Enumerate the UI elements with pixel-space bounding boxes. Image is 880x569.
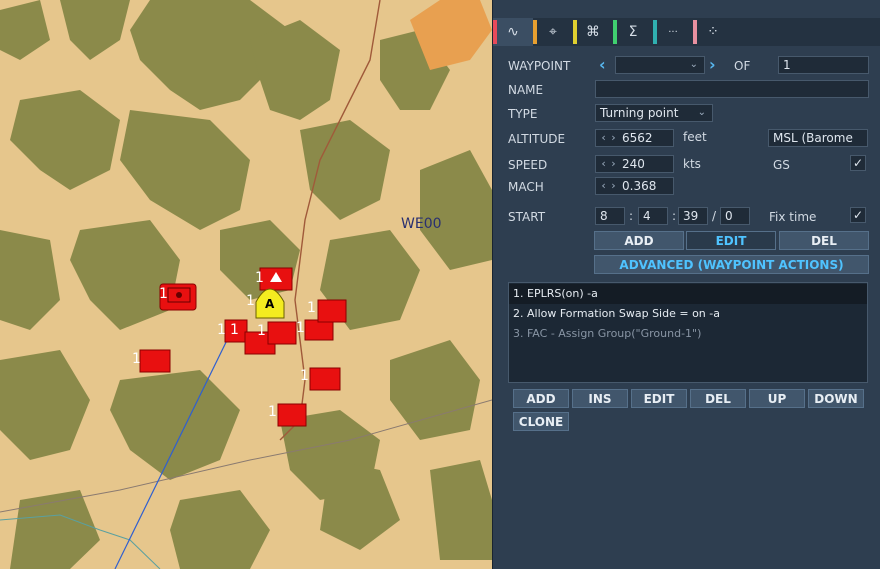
fix-time-label: Fix time [769,210,817,224]
waypoint-select[interactable]: ⌄ [615,56,705,74]
actions-list[interactable]: 1. EPLRS(on) -a 2. Allow Formation Swap … [508,282,868,383]
target-icon: ⌖ [549,24,557,40]
unit[interactable] [277,403,307,427]
fix-time-checkbox[interactable]: ✓ [850,207,866,223]
insert-action-button[interactable]: INS [572,389,628,408]
altitude-spinner[interactable]: ‹ › 6562 [595,129,674,147]
edit-waypoint-button[interactable]: EDIT [686,231,776,250]
clone-action-button[interactable]: CLONE [513,412,569,431]
formation-icon: ⌘ [586,24,600,40]
tab-target[interactable]: ⌖ [533,18,573,46]
start-minutes[interactable]: 4 [638,207,668,225]
day-separator: / [712,209,717,223]
add-waypoint-button[interactable]: ADD [594,231,684,250]
unit[interactable] [139,349,171,373]
vegetation-areas [0,0,492,569]
unit[interactable] [309,367,341,391]
unit-number: 1 [300,368,309,384]
spinner-arrows-icon[interactable]: ‹ › [596,178,622,194]
speed-unit: kts [683,157,701,171]
next-waypoint-icon[interactable]: › [709,55,716,74]
move-up-button[interactable]: UP [749,389,805,408]
speed-value[interactable]: 240 [622,156,645,172]
start-label: START [508,210,546,224]
unit-number: 1 [159,286,168,302]
unit-number: 1 [268,404,277,420]
terrain-map [0,0,492,569]
unit-number: 1 [257,323,266,339]
altitude-label: ALTITUDE [508,132,566,146]
unit-number: 1 [230,322,239,338]
of-label: OF [734,59,751,73]
advanced-waypoint-actions-button[interactable]: ADVANCED (WAYPOINT ACTIONS) [594,255,869,274]
tab-summary[interactable]: Σ [613,18,653,46]
edit-action-button[interactable]: EDIT [631,389,687,408]
map-view[interactable]: A WE00 1 1 1 1 1 1 1 1 1 1 1 [0,0,492,569]
tab-more[interactable]: ··· [653,18,693,46]
prev-waypoint-icon[interactable]: ‹ [599,55,606,74]
name-input[interactable] [595,80,869,98]
panel-tabs: ∿ ⌖ ⌘ Σ ··· ⁘ [493,18,880,46]
list-item[interactable]: 3. FAC - Assign Group("Ground-1") [509,324,867,344]
grid-label: WE00 [401,216,442,232]
tab-scatter[interactable]: ⁘ [693,18,733,46]
waypoint-panel: ∿ ⌖ ⌘ Σ ··· ⁘ WAYPOINT ‹ ⌄ › OF 1 NAME T… [492,0,880,569]
unit[interactable] [304,319,334,341]
chevron-down-icon: ⌄ [689,59,698,70]
start-hours[interactable]: 8 [595,207,625,225]
altitude-value[interactable]: 6562 [622,130,653,146]
unit-number: 1 [255,270,264,286]
tab-route[interactable]: ∿ [493,18,533,46]
mach-label: MACH [508,180,544,194]
type-label: TYPE [508,107,538,121]
altitude-unit: feet [683,130,707,144]
spinner-arrows-icon[interactable]: ‹ › [596,130,622,146]
altitude-reference-select[interactable]: MSL (Barome [768,129,868,147]
unit-number: 1 [246,293,255,309]
unit-number: 1 [296,320,305,336]
unit[interactable] [267,321,297,345]
gs-label: GS [773,158,790,172]
waypoint-count: 1 [778,56,869,74]
delete-action-button[interactable]: DEL [690,389,746,408]
unit[interactable] [317,299,347,323]
mach-spinner[interactable]: ‹ › 0.368 [595,177,674,195]
gs-checkbox[interactable]: ✓ [850,155,866,171]
type-select[interactable]: Turning point ⌄ [595,104,713,122]
sum-icon: Σ [628,24,638,40]
unit-number: 1 [217,322,226,338]
waypoint-label: WAYPOINT [508,59,571,73]
speed-label: SPEED [508,158,548,172]
start-seconds[interactable]: 39 [678,207,708,225]
tab-formation[interactable]: ⌘ [573,18,613,46]
unit-number: 1 [307,300,316,316]
move-down-button[interactable]: DOWN [808,389,864,408]
delete-waypoint-button[interactable]: DEL [779,231,869,250]
spinner-arrows-icon[interactable]: ‹ › [596,156,622,172]
speed-spinner[interactable]: ‹ › 240 [595,155,674,173]
list-item[interactable]: 2. Allow Formation Swap Side = on -a [509,304,867,324]
start-day[interactable]: 0 [720,207,750,225]
scatter-icon: ⁘ [707,24,719,40]
time-separator: : [629,209,634,223]
name-label: NAME [508,83,544,97]
unit-number: 1 [132,351,141,367]
waypoint-marker-label: A [265,297,275,311]
add-action-button[interactable]: ADD [513,389,569,408]
dots-icon: ··· [668,26,678,38]
time-separator: : [672,209,677,223]
list-item[interactable]: 1. EPLRS(on) -a [509,284,867,304]
chevron-down-icon: ⌄ [697,107,706,118]
mach-value[interactable]: 0.368 [622,178,656,194]
route-icon: ∿ [507,24,519,40]
